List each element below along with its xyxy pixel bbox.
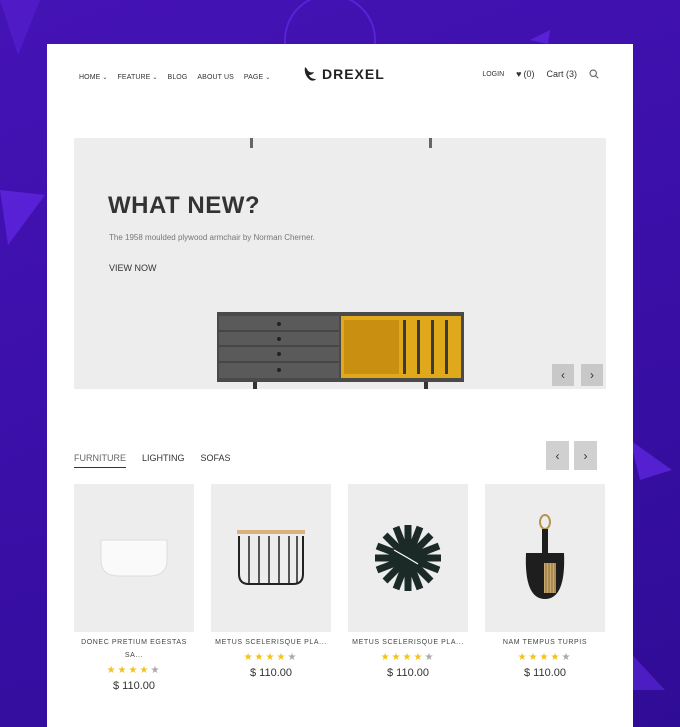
rating-stars: ★★★★★: [106, 665, 162, 676]
wishlist-button[interactable]: ♥ (0): [516, 69, 534, 79]
cart-link[interactable]: Cart (3): [546, 69, 577, 79]
tab-lighting[interactable]: LIGHTING: [142, 453, 185, 468]
hero-next-button[interactable]: ›: [581, 364, 603, 386]
rating-stars: ★★★★★: [517, 652, 573, 663]
sideboard-image: [217, 312, 464, 389]
nav-item-feature[interactable]: FEATURE ⌄: [118, 74, 158, 81]
product-name[interactable]: METUS SCELERISQUE PLA...: [211, 636, 331, 649]
chevron-down-icon: ⌄: [152, 74, 158, 81]
nav-label: HOME: [79, 73, 101, 81]
hero-subtitle: The 1958 moulded plywood armchair by Nor…: [109, 233, 315, 242]
nav-label: FEATURE: [117, 73, 151, 81]
nav-label: BLOG: [167, 73, 188, 81]
sunburst-clock-image: [375, 525, 441, 591]
wall-bowl-image: [100, 539, 168, 577]
hero-slider: WHAT NEW? The 1958 moulded plywood armch…: [74, 138, 606, 389]
hero-prev-button[interactable]: ‹: [552, 364, 574, 386]
rating-stars: ★★★★★: [380, 652, 436, 663]
bird-logo-icon: [304, 67, 316, 81]
wire-shelf-image: [237, 530, 305, 585]
header-actions: LOGIN ♥ (0) Cart (3): [482, 69, 599, 79]
products-next-button[interactable]: ›: [574, 441, 597, 470]
nav-item-home[interactable]: HOME ⌄: [79, 74, 108, 81]
product-name[interactable]: NAM TEMPUS TURPIS: [485, 636, 605, 649]
product-name[interactable]: DONEC PRETIUM EGESTAS SA...: [74, 636, 194, 662]
product-card: METUS SCELERISQUE PLA... ★★★★★ $ 110.00: [348, 484, 468, 679]
product-card: METUS SCELERISQUE PLA... ★★★★★ $ 110.00: [211, 484, 331, 679]
store-page: HOME ⌄ FEATURE ⌄ BLOG ABOUT US PAGE ⌄ DREXE…: [47, 44, 633, 727]
product-image[interactable]: [211, 484, 331, 632]
chevron-down-icon: ⌄: [102, 74, 108, 81]
chevron-down-icon: ⌄: [265, 74, 271, 81]
product-price: $ 110.00: [249, 667, 292, 679]
nav-item-page[interactable]: PAGE ⌄: [244, 74, 270, 81]
chevron-left-icon: ‹: [555, 448, 560, 463]
hanging-rod: [250, 138, 253, 148]
nav-item-about[interactable]: ABOUT US: [197, 74, 233, 81]
login-link[interactable]: LOGIN: [482, 71, 504, 78]
search-icon[interactable]: [589, 69, 599, 79]
product-tabs: FURNITURE LIGHTING SOFAS: [74, 453, 231, 468]
nav-item-blog[interactable]: BLOG: [168, 74, 188, 81]
product-image[interactable]: [485, 484, 605, 632]
product-price: $ 110.00: [386, 667, 429, 679]
main-nav: HOME ⌄ FEATURE ⌄ BLOG ABOUT US PAGE ⌄: [79, 68, 270, 86]
rating-stars: ★★★★★: [243, 652, 299, 663]
product-image[interactable]: [348, 484, 468, 632]
chevron-right-icon: ›: [583, 448, 588, 463]
hanging-rod: [429, 138, 432, 148]
tab-furniture[interactable]: FURNITURE: [74, 453, 126, 468]
products-prev-button[interactable]: ‹: [546, 441, 569, 470]
chevron-right-icon: ›: [590, 368, 594, 382]
product-card: NAM TEMPUS TURPIS ★★★★★ $ 110.00: [485, 484, 605, 679]
view-now-link[interactable]: VIEW NOW: [109, 263, 157, 273]
wishlist-count: (0): [523, 69, 535, 79]
dustpan-image: [525, 514, 565, 599]
logo-text: DREXEL: [322, 66, 385, 82]
product-image[interactable]: [74, 484, 194, 632]
nav-label: PAGE: [243, 73, 264, 81]
hero-title: WHAT NEW?: [108, 192, 261, 219]
product-price: $ 110.00: [112, 680, 155, 692]
nav-label: ABOUT US: [197, 73, 234, 81]
product-price: $ 110.00: [523, 667, 566, 679]
chevron-left-icon: ‹: [561, 368, 565, 382]
logo[interactable]: DREXEL: [303, 66, 385, 82]
heart-icon: ♥: [516, 69, 522, 79]
product-name[interactable]: METUS SCELERISQUE PLA...: [348, 636, 468, 649]
tab-sofas[interactable]: SOFAS: [201, 453, 231, 468]
product-card: DONEC PRETIUM EGESTAS SA... ★★★★★ $ 110.…: [74, 484, 194, 692]
